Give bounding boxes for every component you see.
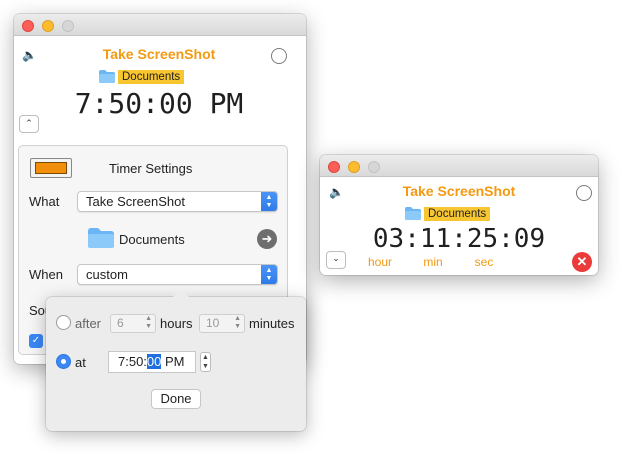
folder-name[interactable]: Documents xyxy=(424,207,491,221)
folder-icon xyxy=(405,207,421,220)
minimize-window-button[interactable] xyxy=(348,161,360,173)
minimize-window-button[interactable] xyxy=(42,20,54,32)
stepper-arrows-icon: ▲ ▼ xyxy=(145,315,152,330)
zoom-window-button[interactable] xyxy=(368,161,380,173)
target-time-display: 7:50:00 PM xyxy=(74,87,244,120)
option-checkbox[interactable]: ✓ xyxy=(29,334,43,348)
enable-toggle[interactable] xyxy=(576,185,592,201)
time-suffix: PM xyxy=(161,354,185,369)
time-stepper[interactable]: ▲ ▼ xyxy=(200,352,211,372)
close-window-button[interactable] xyxy=(22,20,34,32)
color-swatch-fill xyxy=(35,162,67,174)
unit-sec-label: sec xyxy=(474,255,494,269)
popover-arrow xyxy=(172,289,190,298)
what-select-value: Take ScreenShot xyxy=(86,194,186,209)
save-folder-name: Documents xyxy=(119,232,185,247)
minutes-label: minutes xyxy=(249,316,295,331)
countdown-window: 🔈 Take ScreenShot Documents 03:11:25:09 … xyxy=(320,155,598,275)
done-button[interactable]: Done xyxy=(151,389,201,409)
countdown-display: 03:11:25:09 xyxy=(372,224,546,254)
minutes-stepper[interactable]: 10 ▲ ▼ xyxy=(199,314,245,333)
time-selected-segment[interactable]: 00 xyxy=(146,354,162,369)
at-label: at xyxy=(75,355,86,370)
what-label: What xyxy=(29,194,60,209)
window-app-title: Take ScreenShot xyxy=(402,183,516,199)
title-bar xyxy=(14,14,306,36)
when-label: When xyxy=(29,267,63,282)
when-select[interactable]: custom ▲ ▼ xyxy=(77,264,278,285)
zoom-window-button[interactable] xyxy=(62,20,74,32)
close-window-button[interactable] xyxy=(328,161,340,173)
hours-stepper[interactable]: 6 ▲ ▼ xyxy=(110,314,156,333)
hours-value: 6 xyxy=(117,316,124,330)
after-radio[interactable] xyxy=(56,315,71,330)
at-radio[interactable] xyxy=(56,354,71,369)
speaker-icon[interactable]: 🔈 xyxy=(329,185,344,199)
title-bar xyxy=(320,155,598,177)
enable-toggle[interactable] xyxy=(271,48,287,64)
stepper-arrows-icon: ▲ ▼ xyxy=(234,315,241,330)
collapse-button[interactable]: ⌃ xyxy=(19,115,39,133)
minutes-value: 10 xyxy=(206,316,220,330)
after-label: after xyxy=(75,316,102,331)
hours-label: hours xyxy=(160,316,193,331)
reveal-folder-button[interactable]: ➜ xyxy=(257,229,277,249)
time-prefix: 7:50: xyxy=(118,354,147,369)
select-arrows-icon: ▲ ▼ xyxy=(261,265,277,284)
speaker-icon[interactable]: 🔈 xyxy=(22,48,37,62)
time-input[interactable]: 7:50:00 PM xyxy=(108,351,196,373)
timer-settings-heading: Timer Settings xyxy=(109,161,193,176)
unit-min-label: min xyxy=(423,255,443,269)
cancel-timer-button[interactable]: ✕ xyxy=(572,252,592,272)
window-app-title: Take ScreenShot xyxy=(102,46,216,62)
schedule-popover: after 6 ▲ ▼ hours 10 ▲ ▼ minutes at 7:50:0… xyxy=(46,289,306,431)
folder-name[interactable]: Documents xyxy=(118,70,185,84)
expand-button[interactable]: ⌄ xyxy=(326,251,346,269)
what-select[interactable]: Take ScreenShot ▲ ▼ xyxy=(77,191,278,212)
when-select-value: custom xyxy=(86,267,128,282)
unit-hour-label: hour xyxy=(367,255,393,269)
select-arrows-icon: ▲ ▼ xyxy=(261,192,277,211)
color-swatch[interactable] xyxy=(30,158,72,178)
folder-icon xyxy=(88,228,114,248)
folder-icon xyxy=(99,70,115,83)
